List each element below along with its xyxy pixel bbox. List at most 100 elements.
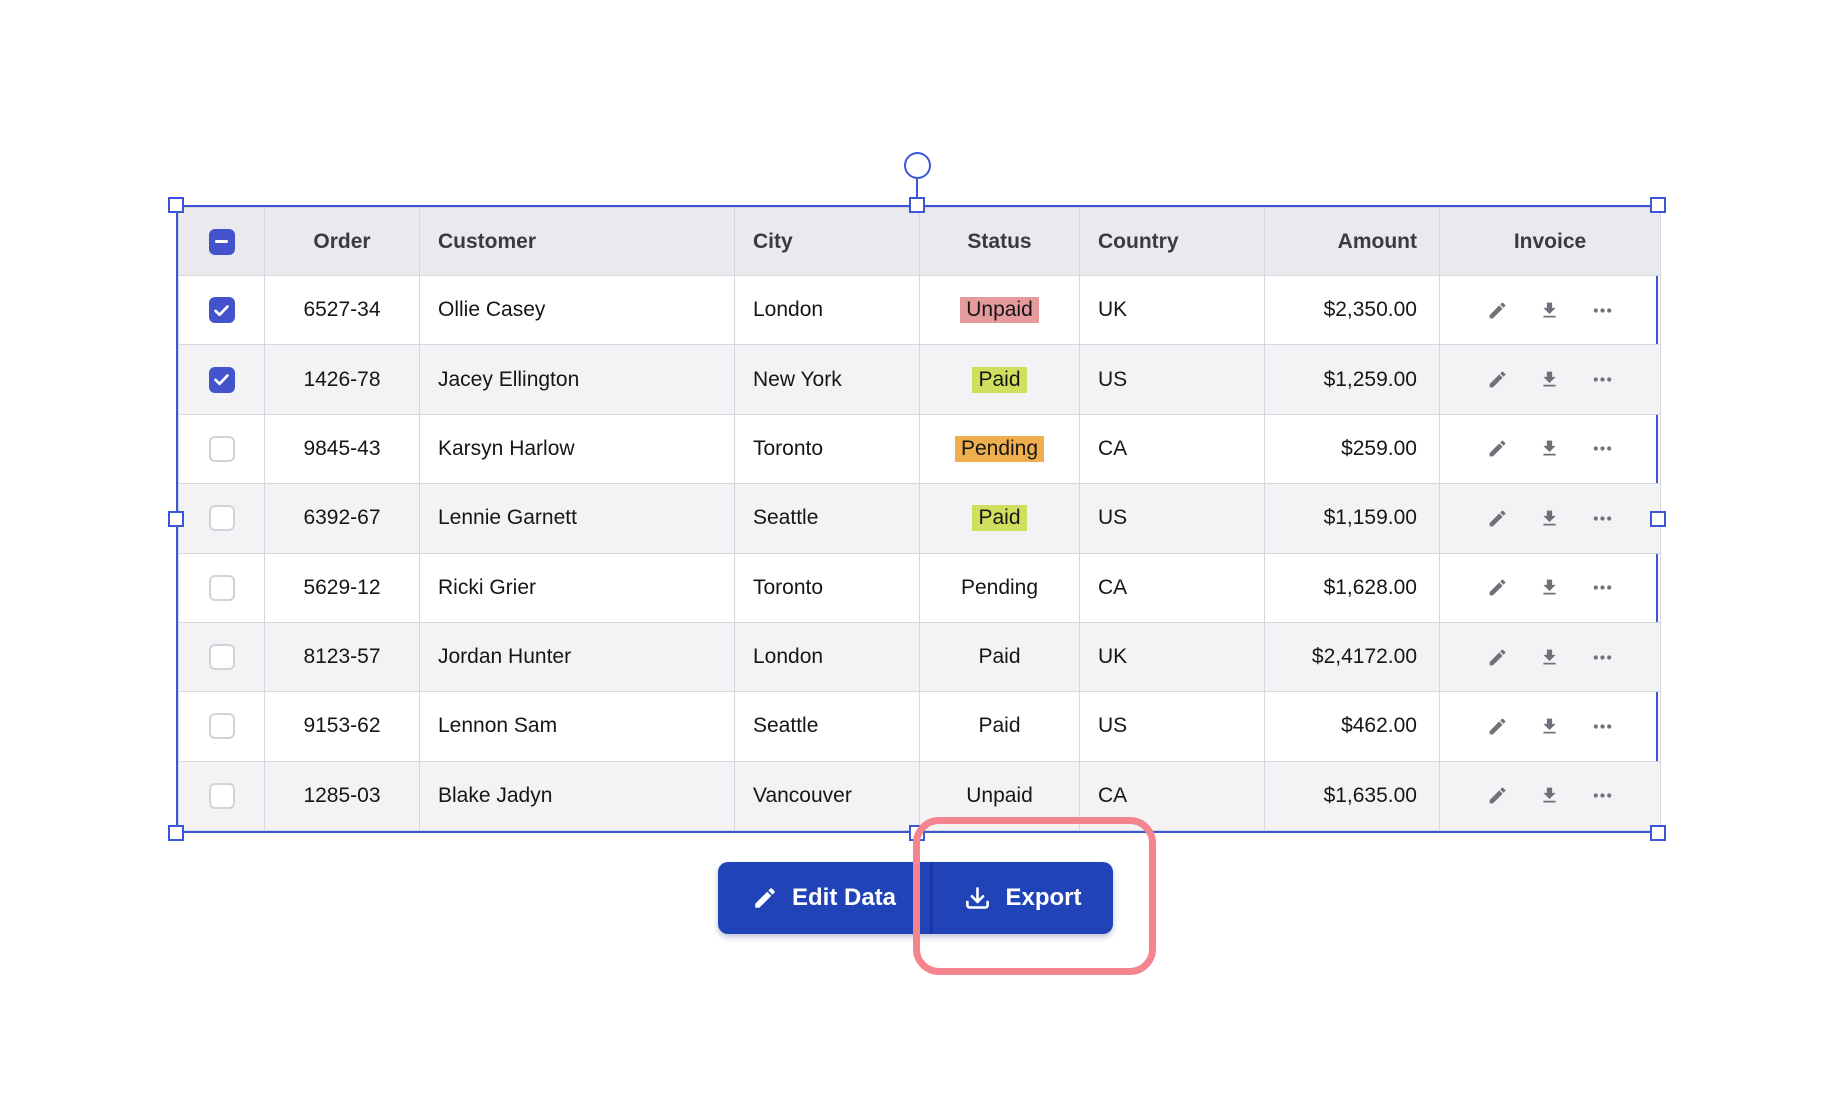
- table-row: 6527-34Ollie CaseyLondonUnpaidUK$2,350.0…: [179, 276, 1661, 345]
- more-icon[interactable]: [1591, 646, 1614, 669]
- row-select-cell: [179, 345, 265, 414]
- row-checkbox[interactable]: [209, 367, 235, 393]
- rotation-handle-icon[interactable]: [904, 152, 931, 179]
- city-cell: London: [735, 622, 920, 691]
- download-icon[interactable]: [1539, 438, 1560, 459]
- edit-data-button[interactable]: Edit Data: [718, 862, 930, 934]
- status-cell: Paid: [920, 345, 1080, 414]
- row-select-cell: [179, 414, 265, 483]
- amount-cell: $2,4172.00: [1265, 622, 1440, 691]
- table-header-row: Order Customer City Status Country Amoun…: [179, 208, 1661, 276]
- more-icon[interactable]: [1591, 299, 1614, 322]
- status-badge: Unpaid: [960, 783, 1039, 809]
- selection-handle-top-right[interactable]: [1650, 197, 1666, 213]
- status-badge: Pending: [955, 436, 1044, 462]
- status-badge: Paid: [972, 505, 1026, 531]
- row-checkbox[interactable]: [209, 436, 235, 462]
- table-body: 6527-34Ollie CaseyLondonUnpaidUK$2,350.0…: [179, 276, 1661, 831]
- country-cell: US: [1080, 484, 1265, 553]
- more-icon[interactable]: [1591, 576, 1614, 599]
- status-cell: Paid: [920, 692, 1080, 761]
- status-cell: Paid: [920, 622, 1080, 691]
- row-checkbox[interactable]: [209, 575, 235, 601]
- invoice-actions: [1440, 715, 1660, 738]
- more-icon[interactable]: [1591, 368, 1614, 391]
- invoice-actions: [1440, 368, 1660, 391]
- table-action-buttons: Edit Data Export: [718, 862, 1113, 934]
- edit-icon[interactable]: [1487, 508, 1508, 529]
- edit-icon[interactable]: [1487, 438, 1508, 459]
- invoice-cell: [1440, 414, 1661, 483]
- row-select-cell: [179, 622, 265, 691]
- column-header-country: Country: [1080, 208, 1265, 276]
- row-select-cell: [179, 761, 265, 830]
- orders-table[interactable]: Order Customer City Status Country Amoun…: [176, 205, 1658, 833]
- order-cell: 8123-57: [265, 622, 420, 691]
- column-header-amount: Amount: [1265, 208, 1440, 276]
- download-icon[interactable]: [1539, 300, 1560, 321]
- order-cell: 1285-03: [265, 761, 420, 830]
- customer-cell: Lennie Garnett: [420, 484, 735, 553]
- invoice-actions: [1440, 299, 1660, 322]
- more-icon[interactable]: [1591, 715, 1614, 738]
- selection-handle-bottom-right[interactable]: [1650, 825, 1666, 841]
- status-badge: Paid: [972, 367, 1026, 393]
- select-all-checkbox[interactable]: [209, 229, 235, 255]
- edit-data-label: Edit Data: [792, 884, 896, 912]
- order-cell: 1426-78: [265, 345, 420, 414]
- selection-handle-bottom-left[interactable]: [168, 825, 184, 841]
- column-header-status: Status: [920, 208, 1080, 276]
- city-cell: Vancouver: [735, 761, 920, 830]
- invoice-cell: [1440, 622, 1661, 691]
- selection-handle-top-left[interactable]: [168, 197, 184, 213]
- selection-handle-middle-left[interactable]: [168, 511, 184, 527]
- download-icon[interactable]: [1539, 785, 1560, 806]
- edit-icon[interactable]: [1487, 300, 1508, 321]
- amount-cell: $1,635.00: [1265, 761, 1440, 830]
- status-cell: Unpaid: [920, 761, 1080, 830]
- download-icon[interactable]: [1539, 508, 1560, 529]
- column-header-customer: Customer: [420, 208, 735, 276]
- row-select-cell: [179, 692, 265, 761]
- indeterminate-minus-icon: [215, 240, 228, 244]
- download-icon[interactable]: [1539, 716, 1560, 737]
- column-header-invoice: Invoice: [1440, 208, 1661, 276]
- download-icon[interactable]: [1539, 369, 1560, 390]
- country-cell: US: [1080, 692, 1265, 761]
- edit-icon[interactable]: [1487, 716, 1508, 737]
- selection-handle-bottom-middle[interactable]: [909, 825, 925, 841]
- more-icon[interactable]: [1591, 507, 1614, 530]
- customer-cell: Lennon Sam: [420, 692, 735, 761]
- country-cell: UK: [1080, 622, 1265, 691]
- table-row: 8123-57Jordan HunterLondonPaidUK$2,4172.…: [179, 622, 1661, 691]
- rotation-handle-stem: [916, 179, 919, 198]
- row-checkbox[interactable]: [209, 644, 235, 670]
- edit-icon[interactable]: [1487, 577, 1508, 598]
- selection-handle-top-middle[interactable]: [909, 197, 925, 213]
- download-icon: [964, 885, 991, 912]
- row-checkbox[interactable]: [209, 505, 235, 531]
- order-cell: 5629-12: [265, 553, 420, 622]
- download-icon[interactable]: [1539, 577, 1560, 598]
- country-cell: CA: [1080, 414, 1265, 483]
- more-icon[interactable]: [1591, 784, 1614, 807]
- order-cell: 6392-67: [265, 484, 420, 553]
- order-cell: 9153-62: [265, 692, 420, 761]
- edit-icon[interactable]: [1487, 369, 1508, 390]
- more-icon[interactable]: [1591, 437, 1614, 460]
- export-button[interactable]: Export: [930, 862, 1113, 934]
- download-icon[interactable]: [1539, 647, 1560, 668]
- edit-icon[interactable]: [1487, 785, 1508, 806]
- row-checkbox[interactable]: [209, 713, 235, 739]
- row-checkbox[interactable]: [209, 783, 235, 809]
- status-cell: Pending: [920, 553, 1080, 622]
- export-label: Export: [1005, 884, 1081, 912]
- amount-cell: $1,259.00: [1265, 345, 1440, 414]
- city-cell: Seattle: [735, 692, 920, 761]
- invoice-cell: [1440, 345, 1661, 414]
- status-badge: Paid: [972, 713, 1026, 739]
- selection-handle-middle-right[interactable]: [1650, 511, 1666, 527]
- status-badge: Paid: [972, 644, 1026, 670]
- edit-icon[interactable]: [1487, 647, 1508, 668]
- row-checkbox[interactable]: [209, 297, 235, 323]
